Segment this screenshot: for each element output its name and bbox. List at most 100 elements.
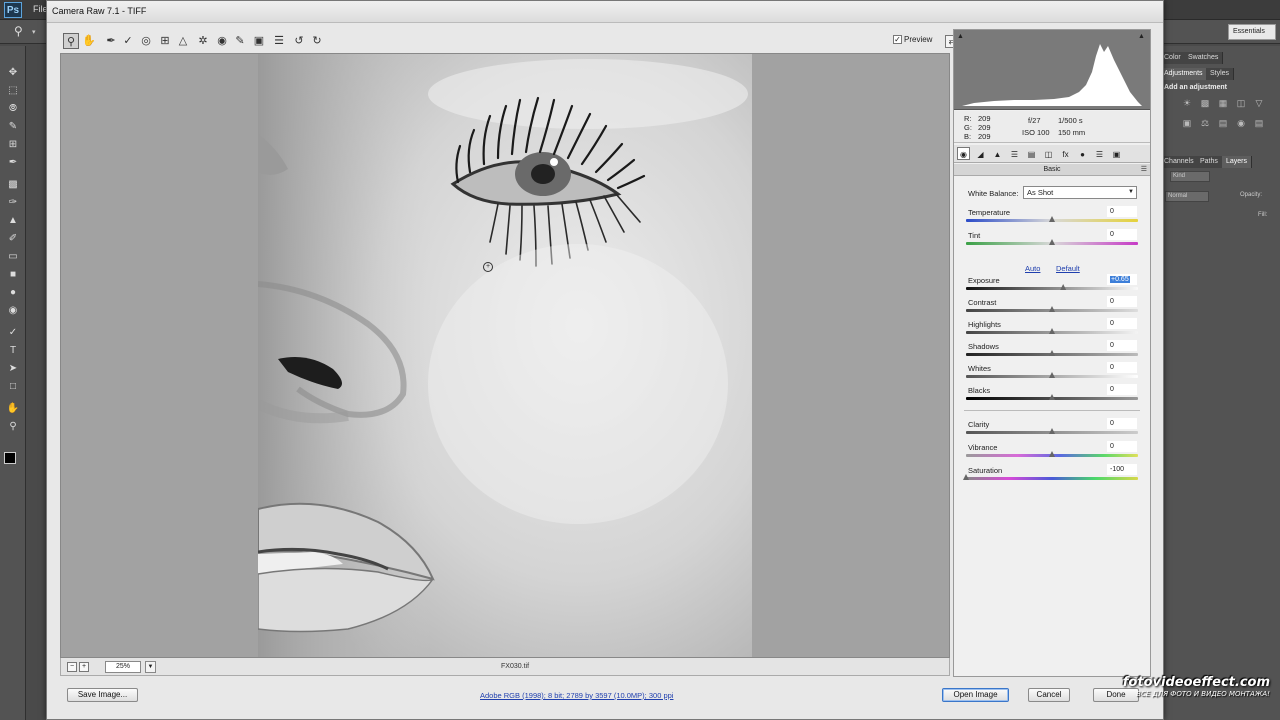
tab-paths[interactable]: Paths	[1196, 156, 1223, 168]
zoom-out-button[interactable]: −	[67, 662, 77, 672]
snapshots-tab-icon[interactable]: ▣	[1110, 147, 1123, 160]
preview-checkbox[interactable]: ✓	[893, 35, 902, 45]
slider-value-field[interactable]: 0	[1107, 362, 1137, 373]
slider-value-field[interactable]: 0	[1107, 296, 1137, 307]
rotate-right-icon[interactable]: ↻	[309, 33, 325, 49]
color-sampler-icon[interactable]: ✓	[120, 33, 136, 49]
layer-filter-kind[interactable]: Kind	[1170, 171, 1210, 182]
zoom-tool-small-icon[interactable]: ⚲	[6, 420, 20, 434]
brightness-adj-icon[interactable]: ☀	[1182, 98, 1192, 108]
tab-adjustments[interactable]: Adjustments	[1160, 68, 1208, 80]
zoom-in-button[interactable]: +	[79, 662, 89, 672]
gradient-tool-icon[interactable]: ■	[6, 268, 20, 282]
save-image-button[interactable]: Save Image...	[67, 688, 138, 702]
lens-tab-icon[interactable]: ◫	[1042, 147, 1055, 160]
open-image-button[interactable]: Open Image	[942, 688, 1009, 702]
foreground-color-swatch[interactable]	[4, 452, 16, 464]
tab-styles[interactable]: Styles	[1206, 68, 1235, 80]
hand-icon[interactable]: ✋	[81, 33, 97, 49]
marquee-tool-icon[interactable]: ⬚	[6, 84, 20, 98]
watermark: fotovideoeffect.com ВСЕ ДЛЯ ФОТО И ВИДЕО…	[1120, 675, 1270, 698]
quick-select-tool-icon[interactable]: ✎	[6, 120, 20, 134]
slider-track[interactable]	[966, 477, 1138, 480]
tone-curve-tab-icon[interactable]: ◢	[974, 147, 987, 160]
blur-tool-icon[interactable]: ●	[6, 286, 20, 300]
cancel-button[interactable]: Cancel	[1028, 688, 1070, 702]
preview-toggle[interactable]: ✓ Preview	[893, 35, 932, 45]
zoom-level-field[interactable]: 25%	[105, 661, 141, 673]
slider-value-field[interactable]: -100	[1107, 464, 1137, 475]
path-select-icon[interactable]: ➤	[6, 362, 20, 376]
auto-link[interactable]: Auto	[1025, 264, 1040, 273]
tab-swatches[interactable]: Swatches	[1184, 52, 1224, 64]
rotate-left-icon[interactable]: ↺	[291, 33, 307, 49]
photo-filter-adj-icon[interactable]: ◉	[1236, 118, 1246, 128]
white-balance-icon[interactable]: ✒	[103, 33, 119, 49]
slider-value-field[interactable]: 0	[1107, 340, 1137, 351]
graduated-filter-icon[interactable]: ▣	[251, 33, 267, 49]
slider-value-field[interactable]: 0	[1107, 318, 1137, 329]
detail-tab-icon[interactable]: ▲	[991, 147, 1004, 160]
effects-tab-icon[interactable]: fx	[1059, 147, 1072, 160]
target-adjust-icon[interactable]: ◎	[138, 33, 154, 49]
zoom-icon[interactable]: ⚲	[63, 33, 79, 49]
move-tool-icon[interactable]: ✥	[6, 66, 20, 80]
white-balance-select[interactable]: As Shot ▼	[1023, 186, 1137, 199]
slider-track[interactable]	[966, 287, 1138, 290]
slider-value-field[interactable]: 0	[1107, 441, 1137, 452]
shape-tool-icon[interactable]: □	[6, 380, 20, 394]
eyedropper-tool-icon[interactable]: ✒	[6, 156, 20, 170]
stamp-tool-icon[interactable]: ▲	[6, 214, 20, 228]
type-tool-icon[interactable]: T	[6, 344, 20, 358]
curves-adj-icon[interactable]: ▦	[1218, 98, 1228, 108]
camera-calibration-tab-icon[interactable]: ●	[1076, 147, 1089, 160]
slider-clarity: Clarity 0	[954, 418, 1150, 442]
preferences-icon[interactable]: ☰	[271, 33, 287, 49]
levels-adj-icon[interactable]: ▩	[1200, 98, 1210, 108]
channel-mixer-adj-icon[interactable]: ▤	[1254, 118, 1264, 128]
default-link[interactable]: Default	[1056, 264, 1080, 273]
image-preview-area[interactable]: +	[60, 53, 950, 658]
portrait-photo	[258, 54, 752, 657]
adjustment-brush-icon[interactable]: ✎	[232, 33, 248, 49]
pen-tool-icon[interactable]: ✓	[6, 326, 20, 340]
hsl-tab-icon[interactable]: ☰	[1008, 147, 1021, 160]
hand-tool-icon[interactable]: ✋	[6, 402, 20, 416]
brush-tool-icon[interactable]: ✑	[6, 196, 20, 210]
crop-icon[interactable]: ⊞	[157, 33, 173, 49]
spot-removal-icon[interactable]: ✲	[195, 33, 211, 49]
panel-menu-icon[interactable]: ☰	[1141, 164, 1147, 176]
slider-value-field[interactable]: 0	[1107, 418, 1137, 429]
vibrance-adj-icon[interactable]: ▽	[1254, 98, 1264, 108]
zoom-tool-icon[interactable]: ⚲	[14, 24, 30, 40]
workflow-options-link[interactable]: Adobe RGB (1998); 8 bit; 2789 by 3597 (1…	[480, 691, 673, 700]
crop-tool-icon[interactable]: ⊞	[6, 138, 20, 152]
basic-tab-icon[interactable]: ◉	[957, 147, 970, 160]
exposure-adj-icon[interactable]: ◫	[1236, 98, 1246, 108]
history-brush-icon[interactable]: ✐	[6, 232, 20, 246]
presets-tab-icon[interactable]: ☰	[1093, 147, 1106, 160]
eraser-tool-icon[interactable]: ▭	[6, 250, 20, 264]
slider-value-field[interactable]: +0.65	[1107, 274, 1137, 285]
bw-adj-icon[interactable]: ▤	[1218, 118, 1228, 128]
slider-value: 0	[1110, 443, 1114, 450]
tab-channels[interactable]: Channels	[1160, 156, 1199, 168]
slider-value-field[interactable]: 0	[1107, 229, 1137, 240]
exif-shutter: 1/500 s	[1058, 116, 1083, 125]
dodge-tool-icon[interactable]: ◉	[6, 304, 20, 318]
color-balance-adj-icon[interactable]: ⚖	[1200, 118, 1210, 128]
workspace-switcher[interactable]: Essentials	[1228, 24, 1276, 40]
slider-value-field[interactable]: 0	[1107, 384, 1137, 395]
tab-layers[interactable]: Layers	[1222, 156, 1253, 168]
healing-tool-icon[interactable]: ▩	[6, 178, 20, 192]
split-toning-tab-icon[interactable]: ▤	[1025, 147, 1038, 160]
red-eye-icon[interactable]: ◉	[214, 33, 230, 49]
zoom-dropdown-icon[interactable]: ▼	[145, 661, 156, 673]
slider-value: 0	[1110, 208, 1114, 215]
blend-mode-select[interactable]: Normal	[1165, 191, 1209, 202]
lasso-tool-icon[interactable]: ⦾	[6, 102, 20, 116]
options-dropdown-icon[interactable]: ▾	[32, 28, 36, 36]
slider-value-field[interactable]: 0	[1107, 206, 1137, 217]
hue-adj-icon[interactable]: ▣	[1182, 118, 1192, 128]
straighten-icon[interactable]: △	[175, 33, 191, 49]
